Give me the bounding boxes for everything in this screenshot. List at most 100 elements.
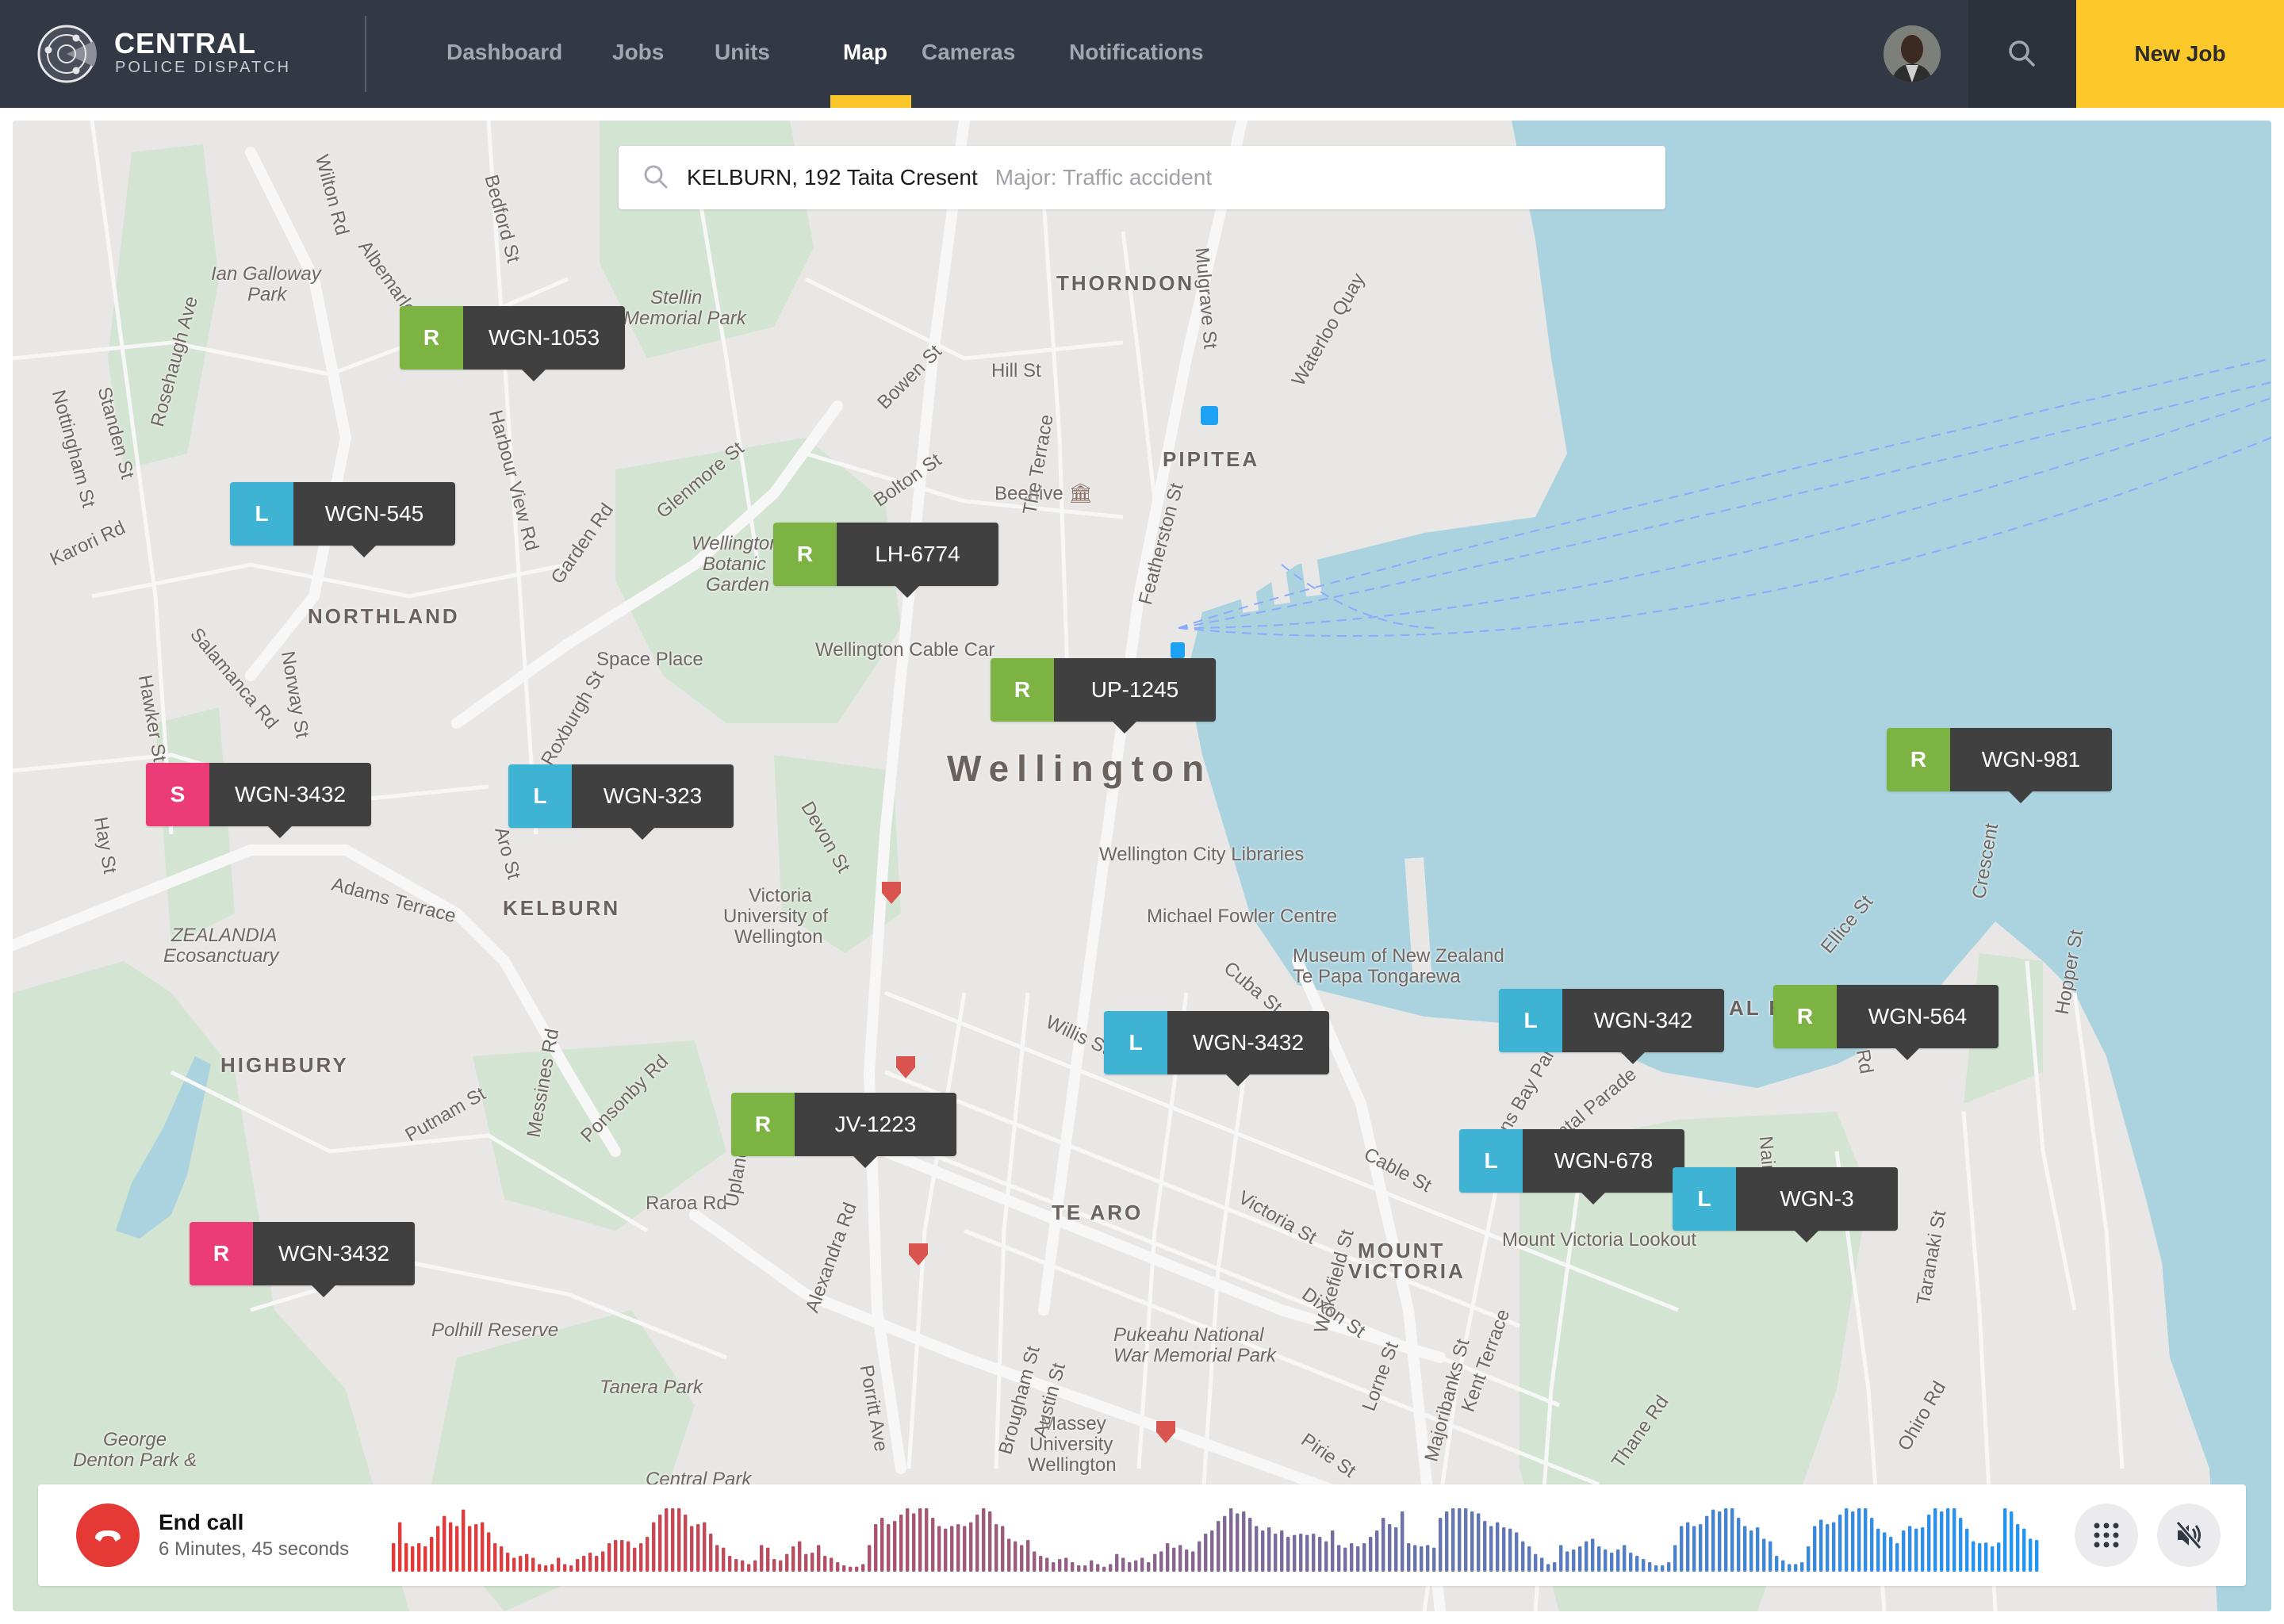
waveform-bar (1515, 1532, 1519, 1572)
waveform-bar (665, 1508, 669, 1572)
search-input-value[interactable]: KELBURN, 192 Taita Cresent (687, 165, 978, 190)
unit-marker[interactable]: L WGN-3432 (1104, 1011, 1329, 1086)
waveform-bar (1185, 1549, 1189, 1572)
unit-id-label: WGN-3432 (1167, 1011, 1329, 1074)
call-title: End call (159, 1510, 244, 1534)
waveform-bar (627, 1541, 630, 1572)
waveform-bar (1933, 1508, 1937, 1572)
waveform-bar (1902, 1530, 1906, 1572)
map-canvas[interactable]: THORNDON PIPITEA NORTHLAND KELBURN HIGHB… (13, 121, 2271, 1611)
waveform-bar (1756, 1527, 1760, 1572)
unit-type-badge: L (1673, 1167, 1736, 1231)
unit-marker[interactable]: R WGN-981 (1887, 728, 2112, 803)
brand-subtitle: POLICE DISPATCH (115, 59, 292, 76)
unit-marker[interactable]: L WGN-545 (230, 482, 455, 557)
waveform-bar (646, 1537, 650, 1572)
waveform-bar (1369, 1537, 1373, 1572)
unit-marker[interactable]: R UP-1245 (991, 658, 1216, 733)
unit-id-label: WGN-545 (293, 482, 455, 546)
waveform-bar (709, 1534, 713, 1572)
waveform-bar (1737, 1518, 1741, 1572)
marker-pointer (2009, 791, 2033, 803)
nav-units[interactable]: Units (715, 40, 770, 65)
waveform-bar (1585, 1541, 1588, 1572)
unit-marker[interactable]: S WGN-3432 (146, 763, 371, 838)
label-massey-3: Wellington (1028, 1454, 1117, 1476)
waveform-bar (1769, 1541, 1772, 1572)
waveform-bar (855, 1566, 859, 1572)
waveform-bar (1591, 1538, 1595, 1572)
waveform-bar (1153, 1553, 1157, 1572)
unit-marker[interactable]: L WGN-342 (1499, 989, 1724, 1064)
top-navigation-bar: CENTRAL POLICE DISPATCH Dashboard Jobs U… (0, 0, 2284, 108)
search-button[interactable] (1968, 0, 2076, 108)
waveform-bar (703, 1522, 707, 1572)
unit-marker[interactable]: L WGN-323 (508, 764, 734, 840)
unit-marker[interactable]: R WGN-3432 (190, 1222, 415, 1297)
waveform-bar (1464, 1508, 1468, 1572)
waveform-bar (1420, 1546, 1424, 1572)
unit-type-badge: R (991, 658, 1054, 722)
nav-dashboard[interactable]: Dashboard (446, 40, 562, 65)
waveform-bar (1800, 1562, 1804, 1572)
unit-marker[interactable]: R WGN-1053 (400, 306, 625, 381)
waveform-bar (918, 1508, 922, 1572)
user-avatar[interactable] (1884, 25, 1941, 82)
waveform-bar (595, 1556, 599, 1572)
waveform-bar (849, 1566, 853, 1572)
unit-marker[interactable]: R JV-1223 (731, 1093, 956, 1168)
waveform-bar (880, 1518, 884, 1572)
divider (365, 16, 366, 92)
unit-marker[interactable]: R WGN-564 (1773, 985, 1998, 1060)
waveform-bar (436, 1526, 440, 1572)
unit-marker[interactable]: L WGN-678 (1459, 1129, 1684, 1205)
waveform-bar (1851, 1511, 1855, 1572)
waveform-bar (734, 1559, 738, 1572)
waveform-bar (2016, 1524, 2020, 1572)
waveform-bar (1236, 1513, 1240, 1572)
waveform-bar (1109, 1564, 1113, 1572)
waveform-bar (2010, 1511, 2014, 1572)
nav-notifications[interactable]: Notifications (1069, 40, 1204, 65)
unit-marker[interactable]: R LH-6774 (773, 523, 998, 598)
waveform-bar (569, 1565, 573, 1572)
waveform-bar (544, 1565, 548, 1572)
label-pukeahu-1: Pukeahu National (1113, 1324, 1264, 1346)
waveform-bar (601, 1551, 605, 1572)
waveform-bar (1382, 1518, 1385, 1572)
waveform-bar (1375, 1530, 1379, 1572)
unit-marker[interactable]: L WGN-3 (1673, 1167, 1898, 1243)
mute-button[interactable] (2157, 1503, 2221, 1567)
waveform-bar (1826, 1524, 1830, 1572)
label-te-papa-1: Museum of New Zealand (1293, 945, 1504, 967)
street-label: Raroa Rd (646, 1193, 727, 1214)
waveform-bar (950, 1526, 954, 1572)
unit-type-badge: R (1887, 728, 1950, 791)
waveform-bar (1749, 1530, 1753, 1572)
waveform-bar (2003, 1508, 2007, 1572)
unit-id-label: WGN-3432 (253, 1222, 415, 1285)
waveform-bar (1565, 1551, 1569, 1572)
marker-pointer (1226, 1074, 1250, 1086)
dialpad-button[interactable] (2075, 1503, 2138, 1567)
map-search-bar[interactable]: KELBURN, 192 Taita Cresent Major: Traffi… (619, 146, 1665, 209)
label-kelburn: KELBURN (503, 896, 621, 920)
new-job-button[interactable]: New Job (2076, 0, 2284, 108)
end-call-button[interactable] (76, 1503, 140, 1567)
nav-jobs[interactable]: Jobs (612, 40, 664, 65)
waveform-bar (1210, 1530, 1214, 1572)
waveform-bar (392, 1543, 396, 1572)
label-northland: NORTHLAND (308, 604, 460, 628)
waveform-bar (1864, 1508, 1868, 1572)
waveform-bar (1610, 1553, 1614, 1572)
waveform-bar (1223, 1515, 1227, 1572)
waveform-bar (1813, 1526, 1817, 1572)
waveform-bar (1102, 1566, 1106, 1572)
waveform-bar (430, 1537, 434, 1572)
nav-cameras[interactable]: Cameras (922, 40, 1015, 65)
nav-map[interactable]: Map (843, 40, 887, 65)
waveform-bar (1876, 1528, 1880, 1572)
waveform-bar (1921, 1527, 1925, 1572)
waveform-bar (798, 1541, 802, 1572)
waveform-bar (1661, 1565, 1665, 1572)
